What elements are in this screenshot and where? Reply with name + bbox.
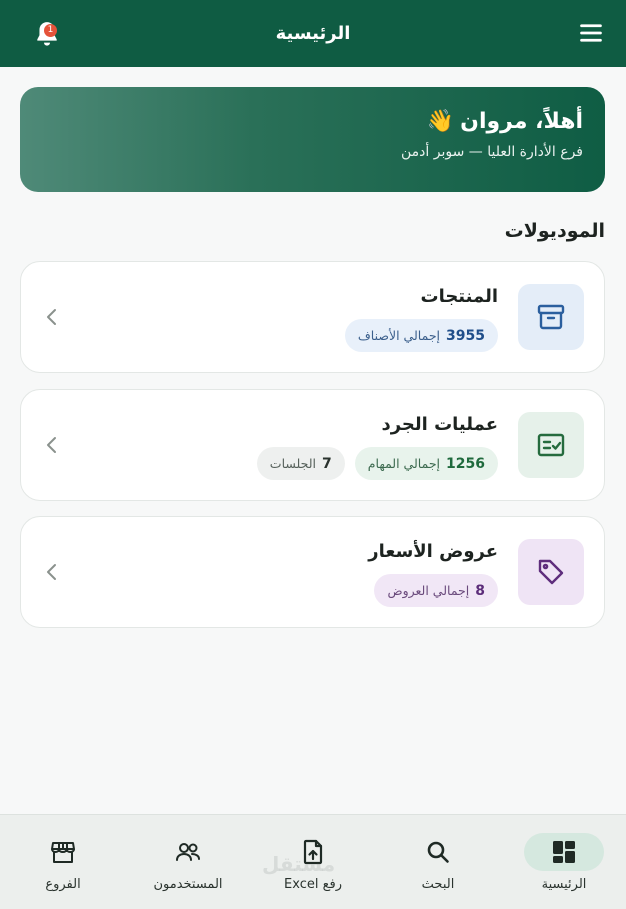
stat-label: إجمالي العروض — [387, 583, 470, 598]
module-card-quotes[interactable]: عروض الأسعار 8 إجمالي العروض — [20, 516, 605, 628]
stat-label: إجمالي الأصناف — [357, 328, 441, 343]
users-icon — [176, 843, 200, 861]
bottom-navigation: الرئيسية البحث رفع Excel المستخدمون الفر… — [0, 814, 626, 909]
module-icon-tile — [518, 284, 584, 350]
chevron-left-icon — [43, 306, 61, 328]
file-upload-icon — [303, 839, 323, 865]
page-title: الرئيسية — [275, 23, 351, 44]
stat-chip: 7 الجلسات — [256, 447, 345, 480]
stat-label: إجمالي المهام — [367, 456, 441, 471]
nav-label: الفروع — [45, 877, 81, 892]
branch-role-text: فرع الأدارة العليا — سوبر أدمن — [400, 144, 583, 160]
search-icon — [427, 841, 449, 863]
welcome-card: أهلاً، مروان 👋 فرع الأدارة العليا — سوبر… — [20, 87, 605, 192]
stat-chip: 3955 إجمالي الأصناف — [344, 319, 498, 352]
module-stats: 8 إجمالي العروض — [374, 574, 498, 607]
wave-emoji-icon: 👋 — [426, 109, 455, 134]
nav-item-home[interactable]: الرئيسية — [504, 815, 624, 909]
nav-label: البحث — [421, 877, 455, 892]
stat-label: الجلسات — [269, 456, 317, 471]
module-icon-tile — [518, 539, 584, 605]
app-bar: الرئيسية 1 — [0, 0, 626, 67]
notification-badge: 1 — [44, 24, 57, 37]
nav-item-excel-upload[interactable]: رفع Excel — [253, 815, 373, 909]
dashboard-icon — [553, 841, 575, 863]
menu-button[interactable] — [578, 20, 604, 46]
nav-icon-wrap — [273, 833, 353, 871]
stat-value: 7 — [322, 455, 332, 472]
nav-icon-wrap — [398, 833, 478, 871]
stat-value: 8 — [475, 582, 485, 599]
module-icon-tile — [518, 412, 584, 478]
archive-box-icon — [537, 304, 565, 330]
greeting-text: أهلاً، مروان — [460, 109, 583, 134]
nav-icon-wrap — [148, 833, 228, 871]
stat-chip: 1256 إجمالي المهام — [354, 447, 498, 480]
chevron-left-icon — [43, 434, 61, 456]
stat-value: 3955 — [446, 327, 485, 344]
stat-chip: 8 إجمالي العروض — [374, 574, 498, 607]
hamburger-menu-icon — [580, 24, 602, 42]
nav-label: الرئيسية — [541, 877, 587, 892]
module-name: عروض الأسعار — [368, 541, 498, 562]
modules-section-title: الموديولات — [504, 220, 605, 242]
nav-item-search[interactable]: البحث — [378, 815, 498, 909]
module-stats: 1256 إجمالي المهام 7 الجلسات — [256, 447, 498, 480]
chevron-left-icon — [43, 561, 61, 583]
app-screen: الرئيسية 1 أهلاً، مروان 👋 فرع الأدارة ال… — [0, 0, 626, 909]
module-card-products[interactable]: المنتجات 3955 إجمالي الأصناف — [20, 261, 605, 373]
greeting-row: أهلاً، مروان 👋 — [42, 109, 583, 134]
module-card-inventory[interactable]: عمليات الجرد 1256 إجمالي المهام 7 الجلسا… — [20, 389, 605, 501]
nav-icon-wrap — [524, 833, 604, 871]
price-tag-icon — [538, 559, 564, 585]
module-name: عمليات الجرد — [381, 414, 498, 435]
module-stats: 3955 إجمالي الأصناف — [344, 319, 498, 352]
notifications-button[interactable]: 1 — [30, 20, 60, 50]
nav-icon-wrap — [23, 833, 103, 871]
nav-item-branches[interactable]: الفروع — [3, 815, 123, 909]
checklist-icon — [537, 433, 565, 457]
nav-label: رفع Excel — [284, 877, 342, 892]
nav-item-users[interactable]: المستخدمون — [128, 815, 248, 909]
nav-label: المستخدمون — [153, 877, 223, 892]
store-icon — [51, 842, 75, 863]
stat-value: 1256 — [446, 455, 485, 472]
module-name: المنتجات — [420, 286, 498, 307]
